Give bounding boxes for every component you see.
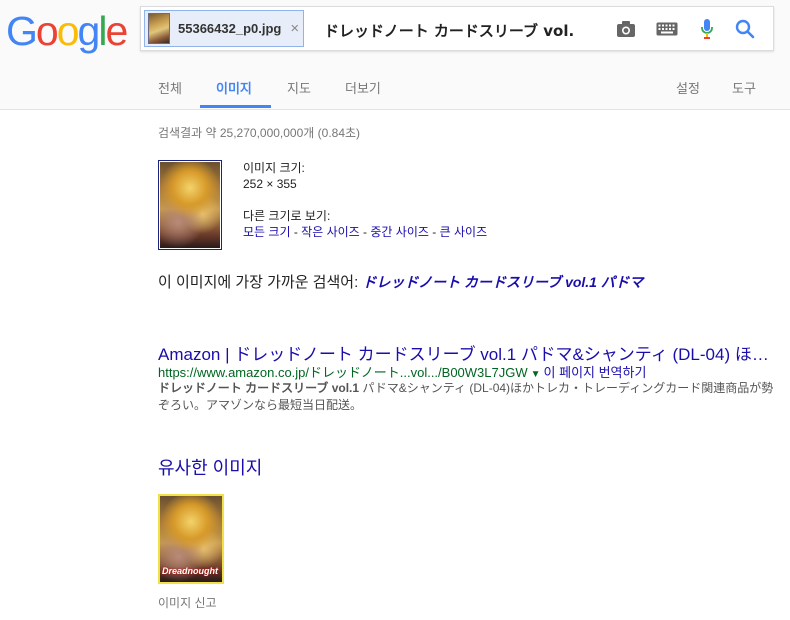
image-size-value: 252 × 355 xyxy=(243,177,297,191)
chip-close-icon[interactable]: × xyxy=(290,20,299,37)
large-size-link[interactable]: 큰 사이즈 xyxy=(440,225,488,239)
tab-more[interactable]: 더보기 xyxy=(345,78,381,97)
chip-filename: 55366432_p0.jpg xyxy=(178,21,282,36)
query-image-thumbnail[interactable] xyxy=(158,160,222,250)
logo-letter: G xyxy=(6,8,38,54)
separator: - xyxy=(290,225,302,239)
microphone-icon[interactable] xyxy=(695,17,719,41)
logo-letter: o xyxy=(56,8,80,54)
google-logo[interactable]: Google xyxy=(6,6,128,56)
search-icon[interactable] xyxy=(733,17,757,41)
best-guess-label: 이 이미지에 가장 가까운 검색어: xyxy=(158,274,363,291)
other-sizes-label: 다른 크기로 보기: xyxy=(243,209,331,223)
search-input[interactable]: ドレッドノート カードスリーブ vol. xyxy=(324,20,574,41)
snippet-bold: ドレッドノート カードスリーブ vol.1 xyxy=(158,381,360,395)
separator: - xyxy=(359,225,371,239)
all-sizes-link[interactable]: 모든 크기 xyxy=(243,225,291,239)
header: Google 55366432_p0.jpg × ドレッドノート カードスリーブ… xyxy=(0,0,790,110)
thumbnail-caption: Dreadnought xyxy=(162,566,218,576)
tab-maps[interactable]: 지도 xyxy=(287,78,311,97)
report-image-link[interactable]: 이미지 신고 xyxy=(158,594,217,611)
image-size-label: 이미지 크기: xyxy=(243,161,305,175)
camera-icon[interactable] xyxy=(614,17,638,41)
keyboard-icon[interactable] xyxy=(655,17,679,41)
tab-settings[interactable]: 설정 xyxy=(676,78,700,97)
dropdown-arrow-icon[interactable]: ▼ xyxy=(531,369,541,380)
tab-all[interactable]: 전체 xyxy=(158,78,182,97)
logo-letter: e xyxy=(105,8,128,54)
result-stats: 검색결과 약 25,270,000,000개 (0.84초) xyxy=(158,126,361,140)
best-guess-link[interactable]: ドレッドノート カードスリーブ vol.1 パドマ xyxy=(362,274,643,290)
small-size-link[interactable]: 작은 사이즈 xyxy=(301,225,360,239)
logo-letter: o xyxy=(35,8,59,54)
similar-images-heading[interactable]: 유사한 이미지 xyxy=(158,454,262,480)
translate-link[interactable]: 이 페이지 번역하기 xyxy=(544,365,647,380)
best-guess: 이 이미지에 가장 가까운 검색어: ドレッドノート カードスリーブ vol.1… xyxy=(158,271,643,292)
similar-image-thumbnail[interactable]: Dreadnought xyxy=(158,494,224,584)
separator: - xyxy=(428,225,440,239)
chip-thumbnail xyxy=(148,13,170,44)
tab-tools[interactable]: 도구 xyxy=(732,78,756,97)
result-snippet: ドレッドノート カードスリーブ vol.1 パドマ&シャンティ (DL-04)ほ… xyxy=(158,380,778,414)
logo-letter: l xyxy=(98,8,107,54)
image-chip[interactable]: 55366432_p0.jpg × xyxy=(144,10,304,47)
medium-size-link[interactable]: 중간 사이즈 xyxy=(370,225,429,239)
result-url: https://www.amazon.co.jp/ドレッドノート...vol..… xyxy=(158,362,646,381)
active-tab-indicator xyxy=(200,105,271,108)
image-info: 이미지 크기: 252 × 355 다른 크기로 보기: 모든 크기 - 작은 … xyxy=(243,160,487,240)
result-url-text: https://www.amazon.co.jp/ドレッドノート...vol..… xyxy=(158,365,528,380)
search-box[interactable]: 55366432_p0.jpg × ドレッドノート カードスリーブ vol. xyxy=(140,6,774,51)
logo-letter: g xyxy=(77,8,101,54)
tab-images[interactable]: 이미지 xyxy=(216,78,252,97)
